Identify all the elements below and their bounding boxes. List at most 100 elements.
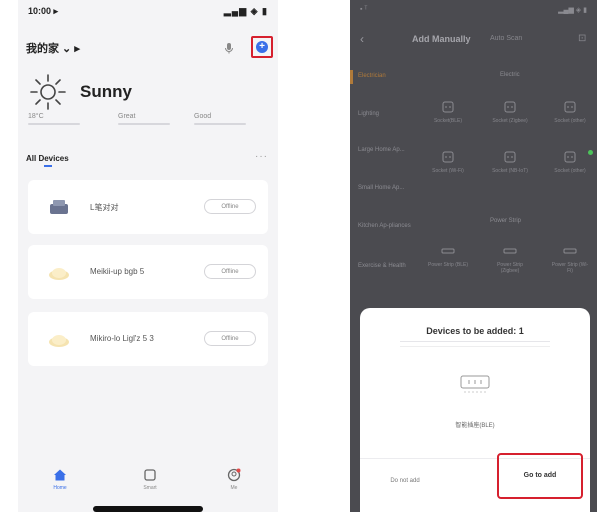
group-title-electric: Electric <box>500 72 520 78</box>
device-name: Meikii-up bgb 5 <box>90 267 145 276</box>
device-tile[interactable]: Power Strip (Zigbee) <box>490 244 530 274</box>
group-title-power-strip: Power Strip <box>490 218 522 224</box>
socket-icon <box>504 101 516 113</box>
device-tile[interactable]: Socket (other) <box>550 100 590 124</box>
device-tile[interactable]: Socket (Zigbee) <box>490 100 530 124</box>
sun-icon <box>30 74 66 110</box>
right-phone-screen: ▪ ᵀ ▂▄▆ ◈ ▮ ‹ Add Manually Auto Scan ⊡ E… <box>350 0 597 512</box>
weather-stat-bar <box>28 123 80 125</box>
tile-label: Socket (other) <box>554 118 586 124</box>
category-exercise-health[interactable]: Exercise & Health <box>358 262 414 271</box>
tab-smart[interactable]: Smart <box>130 468 170 491</box>
tile-label: Socket (Wi-Fi) <box>432 168 464 174</box>
device-card[interactable]: L笔对对 Offline <box>28 180 268 234</box>
device-name: Mikiro-lo Ligl'z 5 3 <box>90 334 154 343</box>
weather-stat-quality: Good <box>194 113 264 125</box>
weather-stat-air: Great <box>118 113 188 125</box>
status-time: 10:00 ▸ <box>28 6 59 16</box>
tab-add-manually[interactable]: Add Manually <box>412 34 471 44</box>
weather-condition: Sunny <box>80 82 132 101</box>
tile-label: Power Strip (Zigbee) <box>497 262 523 274</box>
add-device-button[interactable]: + <box>256 41 268 53</box>
dialog-device-name: 智能插座(BLE) <box>455 423 495 429</box>
tab-auto-scan[interactable]: Auto Scan <box>490 35 522 42</box>
dialog-divider <box>400 341 550 342</box>
scan-icon[interactable]: ⊡ <box>578 33 586 44</box>
device-tile[interactable]: Socket(BLE) <box>428 100 468 124</box>
device-tile[interactable]: Socket (NB-IoT) <box>490 150 530 174</box>
go-to-add-highlight: Go to add <box>497 453 583 499</box>
tile-label: Socket(BLE) <box>433 118 463 124</box>
tab-label: Me <box>230 485 238 491</box>
home-indicator <box>93 506 203 512</box>
tile-label: Socket (Zigbee) <box>492 118 528 124</box>
category-electrician[interactable]: Electrician <box>358 72 414 81</box>
tile-label: Socket (other) <box>554 168 586 174</box>
tab-label: Smart <box>143 485 157 491</box>
go-to-add-button[interactable]: Go to add <box>505 464 575 488</box>
tile-label: Socket (NB-IoT) <box>492 168 528 174</box>
add-devices-dialog: Devices to be added: 1 智能插座(BLE) Do not … <box>360 308 590 512</box>
status-bar: 10:00 ▸ ▂▄▆ ◈ ▮ <box>28 6 268 18</box>
nav-bar: ‹ Add Manually Auto Scan ⊡ <box>350 30 597 50</box>
device-tile[interactable]: Socket (other) <box>550 150 590 174</box>
dialog-divider <box>400 346 550 347</box>
tab-indicator <box>44 165 52 167</box>
weather-stat-value: Great <box>118 113 136 120</box>
device-status-button[interactable]: Offline <box>204 331 256 346</box>
bulb-icon <box>49 335 69 347</box>
device-tile[interactable]: Power Strip (Wi-Fi) <box>550 244 590 274</box>
category-lighting[interactable]: Lighting <box>358 110 414 119</box>
device-card[interactable]: Meikii-up bgb 5 Offline <box>28 245 268 299</box>
profile-icon <box>227 468 241 482</box>
back-arrow-icon[interactable]: ‹ <box>360 32 364 46</box>
all-devices-tab[interactable]: All Devices <box>26 154 69 163</box>
power-strip-icon <box>563 248 577 254</box>
online-status-dot <box>588 150 593 155</box>
home-icon <box>54 469 66 481</box>
device-hub-icon <box>50 200 68 214</box>
socket-icon <box>564 101 576 113</box>
category-kitchen-appliances[interactable]: Kitchen Ap-pliances <box>358 222 414 231</box>
dialog-title: Devices to be added: 1 <box>426 326 524 336</box>
bulb-icon <box>49 268 69 280</box>
do-not-add-button[interactable]: Do not add <box>370 478 440 484</box>
weather-stat-value: Good <box>194 113 212 120</box>
tab-home[interactable]: Home <box>40 468 80 491</box>
tile-label: Power Strip (Wi-Fi) <box>551 262 589 274</box>
power-strip-icon <box>503 248 517 254</box>
status-signals: ▂▄▆ ◈ ▮ <box>223 6 268 16</box>
socket-icon <box>564 151 576 163</box>
device-status-button[interactable]: Offline <box>204 264 256 279</box>
category-large-home-appliances[interactable]: Large Home Ap... <box>358 146 414 155</box>
more-options-icon[interactable]: ··· <box>255 151 268 162</box>
category-small-home-appliances[interactable]: Small Home Ap... <box>358 184 414 193</box>
weather-stat-value: 18°C <box>28 113 44 120</box>
socket-device-icon <box>460 375 490 393</box>
weather-stat-bar <box>118 123 170 125</box>
socket-icon <box>442 151 454 163</box>
device-status-button[interactable]: Offline <box>204 199 256 214</box>
device-card[interactable]: Mikiro-lo Ligl'z 5 3 Offline <box>28 312 268 366</box>
category-active-indicator <box>350 70 353 84</box>
tab-me[interactable]: Me <box>214 468 254 491</box>
weather-stat-bar <box>194 123 246 125</box>
power-strip-icon <box>441 248 455 254</box>
weather-stat-temperature: 18°C <box>28 113 98 125</box>
add-device-highlight: + <box>251 36 273 58</box>
left-phone-screen: 10:00 ▸ ▂▄▆ ◈ ▮ 我的家 ⌄ ▸ + Sunny 18°C Gre… <box>18 0 278 512</box>
socket-icon <box>442 101 454 113</box>
square-icon <box>144 469 156 481</box>
status-bar: ▪ ᵀ ▂▄▆ ◈ ▮ <box>360 6 587 16</box>
tab-label: Home <box>53 485 67 491</box>
status-time: ▪ ᵀ <box>360 6 368 13</box>
device-tile[interactable]: Socket (Wi-Fi) <box>428 150 468 174</box>
status-signals: ▂▄▆ ◈ ▮ <box>558 7 587 14</box>
socket-icon <box>504 151 516 163</box>
microphone-icon[interactable] <box>223 42 235 54</box>
tile-label: Power Strip (BLE) <box>428 262 469 268</box>
home-selector[interactable]: 我的家 ⌄ ▸ <box>26 40 80 56</box>
device-tile[interactable]: Power Strip (BLE) <box>428 244 468 268</box>
bottom-tab-bar: Home Smart Me <box>18 458 278 512</box>
device-name: L笔对对 <box>90 203 119 212</box>
